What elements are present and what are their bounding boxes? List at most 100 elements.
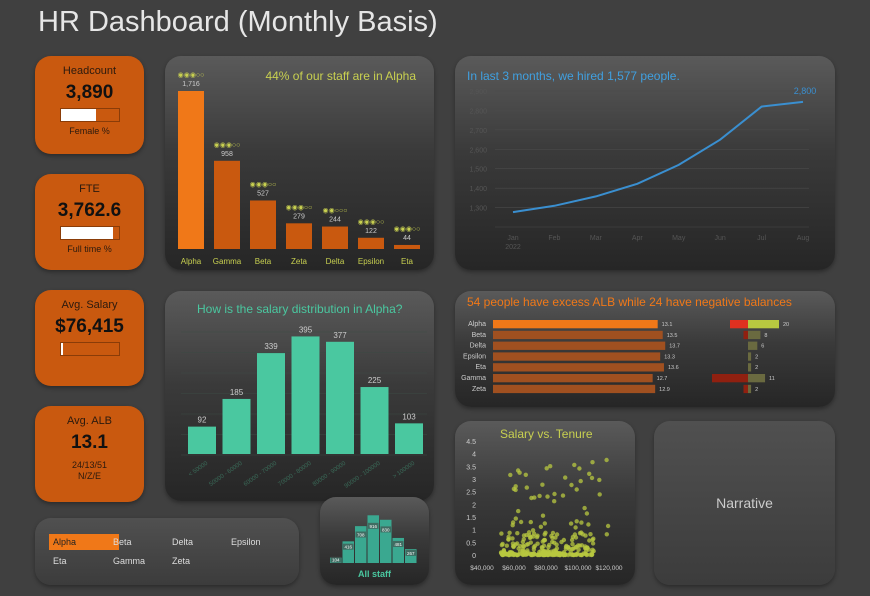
scatter-point <box>577 531 583 536</box>
scatter-point <box>537 493 542 499</box>
scatter-point <box>604 532 609 537</box>
scatter-point <box>528 534 533 540</box>
dept-category-label: Epsilon <box>358 257 384 266</box>
scatter-point <box>583 546 588 551</box>
scatter-point <box>597 477 602 483</box>
hire-x-tick-label: Feb <box>548 235 560 242</box>
hire-chart-svg: 2,900 2,800 2,700 2,600 1,500 1,400 1,300 Jan Fe… <box>469 86 816 251</box>
scatter-x-tick-label: $100,000 <box>564 565 591 572</box>
avg-salary-card[interactable]: Avg. Salary $76,415 <box>35 290 144 386</box>
scatter-point <box>590 460 595 465</box>
scatter-point <box>569 482 574 488</box>
salary-value-label: 103 <box>402 412 416 421</box>
scatter-point <box>499 531 504 536</box>
scatter-chart-panel[interactable]: Salary vs. Tenure 4.5 4 3.5 3 2.5 2 1.5 1 0.5 0 $4… <box>455 421 635 585</box>
dept-value-label: 244 <box>329 217 341 224</box>
scatter-point <box>547 542 552 548</box>
headcount-card[interactable]: Headcount 3,890 Female % <box>35 56 144 154</box>
allstaff-bar <box>380 519 392 563</box>
scatter-point <box>584 511 590 516</box>
dept-chart-panel[interactable]: 44% of our staff are in Alpha 1,716 ◉◉◉○○… <box>165 56 434 270</box>
alb-avg-bar <box>493 320 658 329</box>
allstaff-label: All staff <box>357 569 391 579</box>
scatter-point <box>548 552 553 557</box>
salary-value-label: 185 <box>230 388 244 397</box>
scatter-y-tick-label: 0 <box>472 553 476 560</box>
avg-salary-bar <box>59 342 120 356</box>
allstaff-value-label: 416 <box>344 545 352 550</box>
alb-category-label: Gamma <box>461 375 486 382</box>
scatter-point <box>506 537 511 542</box>
female-percent-fill <box>60 109 97 121</box>
scatter-point <box>552 540 557 545</box>
scatter-y-tick-label: 1 <box>472 528 476 535</box>
dept-category-label: Delta <box>326 257 345 266</box>
scatter-point <box>589 552 594 558</box>
salary-category-label: 80000 - 90000 <box>312 460 348 487</box>
scatter-point <box>590 547 595 552</box>
alb-excess-label: 8 <box>764 333 767 339</box>
slicer-item-eta[interactable]: Eta <box>49 553 71 569</box>
scatter-point <box>566 545 571 550</box>
salary-chart-panel[interactable]: How is the salary distribution in Alpha?… <box>165 291 434 501</box>
hire-chart-panel[interactable]: In last 3 months, we hired 1,577 people.… <box>455 56 835 270</box>
scatter-point <box>553 535 558 540</box>
salary-value-label: 92 <box>198 416 207 425</box>
scatter-point <box>543 530 548 535</box>
department-slicer[interactable]: Alpha Beta Delta Epsilon Eta Gamma Zeta <box>35 518 299 585</box>
scatter-point <box>528 552 534 557</box>
alb-chart-svg: Alpha 13.1 20 Beta 13.5 8 Delta 13.7 6 Epsilon 13.… <box>461 320 789 394</box>
slicer-item-beta[interactable]: Beta <box>109 534 136 550</box>
scatter-point <box>510 536 515 541</box>
salary-category-label: < 50000 <box>188 460 210 478</box>
alb-chart-panel[interactable]: 54 people have excess ALB while 24 have … <box>455 291 835 407</box>
fte-card[interactable]: FTE 3,762.6 Full time % <box>35 174 144 270</box>
hire-y-tick-label: 1,300 <box>469 206 487 213</box>
slicer-item-epsilon[interactable]: Epsilon <box>227 534 265 550</box>
scatter-point <box>501 548 506 554</box>
allstaff-panel[interactable]: 104 416 708 916 830 481 267 All staff <box>320 497 429 585</box>
narrative-panel[interactable]: Narrative <box>654 421 835 585</box>
scatter-point <box>530 528 536 533</box>
slicer-item-gamma[interactable]: Gamma <box>109 553 149 569</box>
salary-bar <box>188 426 216 454</box>
scatter-point <box>573 525 578 530</box>
slicer-item-zeta[interactable]: Zeta <box>168 553 194 569</box>
allstaff-value-label: 830 <box>382 527 390 532</box>
scatter-point <box>516 508 521 514</box>
scatter-point <box>570 541 575 547</box>
alb-category-label: Beta <box>472 332 487 339</box>
dept-rating-label: ◉◉◉○○ <box>214 142 241 149</box>
salary-bar <box>326 341 354 454</box>
dept-bar <box>394 244 420 249</box>
scatter-point <box>515 541 520 546</box>
hire-x-tick-label: Jun <box>714 235 725 242</box>
alb-avg-label: 13.5 <box>667 333 678 339</box>
salary-category-label: 60000 - 70000 <box>243 460 279 487</box>
hire-y-tick-label: 2,600 <box>469 147 487 154</box>
scatter-point <box>511 552 516 557</box>
scatter-point <box>515 531 520 536</box>
scatter-y-tick-label: 4 <box>472 452 476 459</box>
alb-avg-label: 13.1 <box>662 322 673 328</box>
scatter-point <box>535 552 541 557</box>
scatter-point <box>520 539 526 545</box>
scatter-point <box>521 533 527 538</box>
hire-y-tick-label: 1,400 <box>469 186 487 193</box>
avg-alb-value: 13.1 <box>71 432 108 453</box>
alb-excess-label: 2 <box>755 365 758 371</box>
scatter-point <box>587 471 592 476</box>
slicer-item-delta[interactable]: Delta <box>168 534 197 550</box>
alb-excess-label: 2 <box>755 387 758 393</box>
dept-bar <box>250 200 276 249</box>
fulltime-percent-fill <box>60 227 113 239</box>
scatter-point <box>531 544 537 550</box>
salary-bar <box>291 336 320 454</box>
scatter-point <box>552 499 557 504</box>
dept-rating-label: ◉◉○○○ <box>323 208 348 215</box>
alb-excess-label: 20 <box>783 322 789 328</box>
avg-alb-card[interactable]: Avg. ALB 13.1 24/13/51 N/Z/E <box>35 406 144 502</box>
scatter-point <box>559 539 564 545</box>
salary-value-label: 225 <box>368 376 382 385</box>
scatter-x-tick-label: $80,000 <box>534 565 558 572</box>
